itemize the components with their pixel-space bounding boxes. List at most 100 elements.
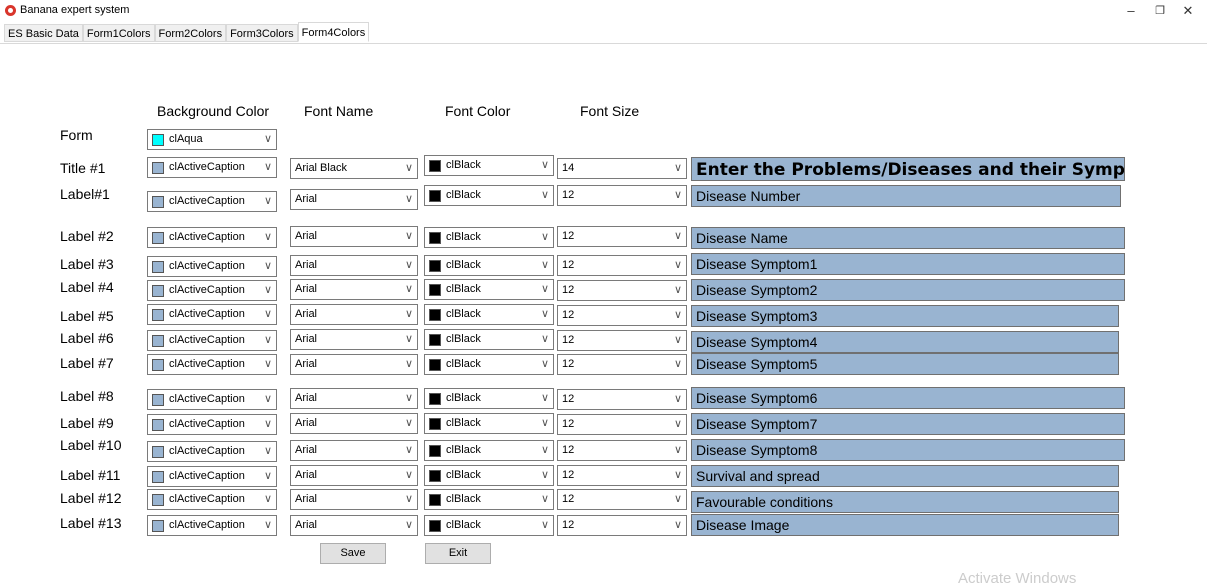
font-name-select[interactable]: Arial ∨ — [290, 489, 418, 510]
select-value: 12 — [562, 358, 575, 370]
tab-es-basic-data[interactable]: ES Basic Data — [4, 24, 83, 42]
font-name-select[interactable]: Arial ∨ — [290, 255, 418, 276]
bg-color-select[interactable]: clActiveCaption ∨ — [147, 256, 277, 277]
font-color-select[interactable]: clBlack ∨ — [424, 515, 554, 536]
chevron-down-icon: ∨ — [263, 418, 273, 430]
font-name-select[interactable]: Arial ∨ — [290, 189, 418, 210]
font-color-select[interactable]: clBlack ∨ — [424, 185, 554, 206]
font-color-select[interactable]: clBlack ∨ — [424, 413, 554, 434]
font-color-select[interactable]: clBlack ∨ — [424, 489, 554, 510]
font-size-select[interactable]: 12 ∨ — [557, 330, 687, 351]
font-size-select[interactable]: 12 ∨ — [557, 280, 687, 301]
font-size-select[interactable]: 12 ∨ — [557, 489, 687, 510]
font-size-select[interactable]: 12 ∨ — [557, 515, 687, 536]
chevron-down-icon: ∨ — [263, 445, 273, 457]
bg-color-select[interactable]: clActiveCaption ∨ — [147, 280, 277, 301]
row-label: Label #9 — [60, 415, 114, 431]
font-size-select[interactable]: 12 ∨ — [557, 414, 687, 435]
font-name-select[interactable]: Arial ∨ — [290, 440, 418, 461]
bg-color-select[interactable]: clActiveCaption ∨ — [147, 389, 277, 410]
font-name-select[interactable]: Arial ∨ — [290, 413, 418, 434]
font-color-select[interactable]: clBlack ∨ — [424, 465, 554, 486]
select-value: 12 — [562, 444, 575, 456]
font-size-select[interactable]: 12 ∨ — [557, 185, 687, 206]
bg-color-select[interactable]: clActiveCaption ∨ — [147, 466, 277, 487]
font-color-select[interactable]: clBlack ∨ — [424, 354, 554, 375]
chevron-down-icon: ∨ — [540, 189, 550, 201]
font-name-select[interactable]: Arial ∨ — [290, 388, 418, 409]
tab-form3colors[interactable]: Form3Colors — [226, 24, 298, 42]
chevron-down-icon: ∨ — [263, 195, 273, 207]
minimize-icon[interactable]: – — [1121, 3, 1141, 19]
chevron-down-icon: ∨ — [404, 259, 414, 271]
tab-form1colors[interactable]: Form1Colors — [82, 24, 155, 42]
font-name-select[interactable]: Arial ∨ — [290, 329, 418, 350]
header-background-color: Background Color — [157, 103, 270, 119]
bg-color-select[interactable]: clActiveCaption ∨ — [147, 441, 277, 462]
bg-color-select[interactable]: clActiveCaption ∨ — [147, 330, 277, 351]
bg-color-select[interactable]: clActiveCaption ∨ — [147, 304, 277, 325]
font-color-select[interactable]: clBlack ∨ — [424, 329, 554, 350]
form-bg-color-select[interactable]: clAqua ∨ — [147, 129, 277, 150]
bg-color-select[interactable]: clActiveCaption ∨ — [147, 191, 277, 212]
tab-form2colors[interactable]: Form2Colors — [154, 24, 227, 42]
row-label: Label #5 — [60, 308, 114, 324]
save-button[interactable]: Save — [320, 543, 386, 564]
font-color-select[interactable]: clBlack ∨ — [424, 279, 554, 300]
font-size-select[interactable]: 12 ∨ — [557, 305, 687, 326]
font-name-select[interactable]: Arial ∨ — [290, 279, 418, 300]
font-size-select[interactable]: 12 ∨ — [557, 255, 687, 276]
bg-color-select[interactable]: clActiveCaption ∨ — [147, 227, 277, 248]
select-value: clActiveCaption — [169, 284, 245, 296]
font-name-select[interactable]: Arial Black ∨ — [290, 158, 418, 179]
select-value: clBlack — [446, 444, 481, 456]
font-name-select[interactable]: Arial ∨ — [290, 304, 418, 325]
font-size-select[interactable]: 12 ∨ — [557, 226, 687, 247]
bg-color-select[interactable]: clActiveCaption ∨ — [147, 489, 277, 510]
close-icon[interactable]: ✕ — [1178, 3, 1198, 19]
font-name-select[interactable]: Arial ∨ — [290, 515, 418, 536]
chevron-down-icon: ∨ — [673, 469, 683, 481]
chevron-down-icon: ∨ — [540, 493, 550, 505]
font-size-select[interactable]: 12 ∨ — [557, 440, 687, 461]
bg-color-select[interactable]: clActiveCaption ∨ — [147, 414, 277, 435]
color-swatch — [152, 285, 164, 297]
bg-color-select[interactable]: clActiveCaption ∨ — [147, 157, 277, 178]
font-name-select[interactable]: Arial ∨ — [290, 354, 418, 375]
font-color-select[interactable]: clBlack ∨ — [424, 440, 554, 461]
select-value: 12 — [562, 309, 575, 321]
font-color-select[interactable]: clBlack ∨ — [424, 227, 554, 248]
select-value: Arial — [295, 444, 318, 456]
color-swatch — [429, 494, 441, 506]
font-size-select[interactable]: 12 ∨ — [557, 354, 687, 375]
color-swatch — [152, 232, 164, 244]
exit-button[interactable]: Exit — [425, 543, 491, 564]
font-color-select[interactable]: clBlack ∨ — [424, 388, 554, 409]
chevron-down-icon: ∨ — [673, 418, 683, 430]
label-preview: Disease Symptom2 — [691, 279, 1125, 301]
select-value: 12 — [562, 230, 575, 242]
font-size-select[interactable]: 12 ∨ — [557, 389, 687, 410]
tab-form4colors[interactable]: Form4Colors — [297, 22, 370, 42]
font-color-select[interactable]: clBlack ∨ — [424, 155, 554, 176]
font-name-select[interactable]: Arial ∨ — [290, 465, 418, 486]
chevron-down-icon: ∨ — [673, 519, 683, 531]
label-preview: Disease Symptom5 — [691, 353, 1119, 375]
restore-icon[interactable]: ❐ — [1150, 3, 1170, 19]
font-size-select[interactable]: 14 ∨ — [557, 158, 687, 179]
chevron-down-icon: ∨ — [540, 519, 550, 531]
font-color-select[interactable]: clBlack ∨ — [424, 304, 554, 325]
label-preview: Disease Name — [691, 227, 1125, 249]
label-preview: Disease Symptom4 — [691, 331, 1119, 353]
chevron-down-icon: ∨ — [263, 231, 273, 243]
color-swatch — [429, 470, 441, 482]
select-value: Arial Black — [295, 162, 347, 174]
bg-color-select[interactable]: clActiveCaption ∨ — [147, 515, 277, 536]
color-swatch — [152, 162, 164, 174]
font-size-select[interactable]: 12 ∨ — [557, 465, 687, 486]
font-name-select[interactable]: Arial ∨ — [290, 226, 418, 247]
bg-color-select[interactable]: clActiveCaption ∨ — [147, 354, 277, 375]
font-color-select[interactable]: clBlack ∨ — [424, 255, 554, 276]
row-label: Label #10 — [60, 437, 122, 453]
row-label: Label #2 — [60, 228, 114, 244]
